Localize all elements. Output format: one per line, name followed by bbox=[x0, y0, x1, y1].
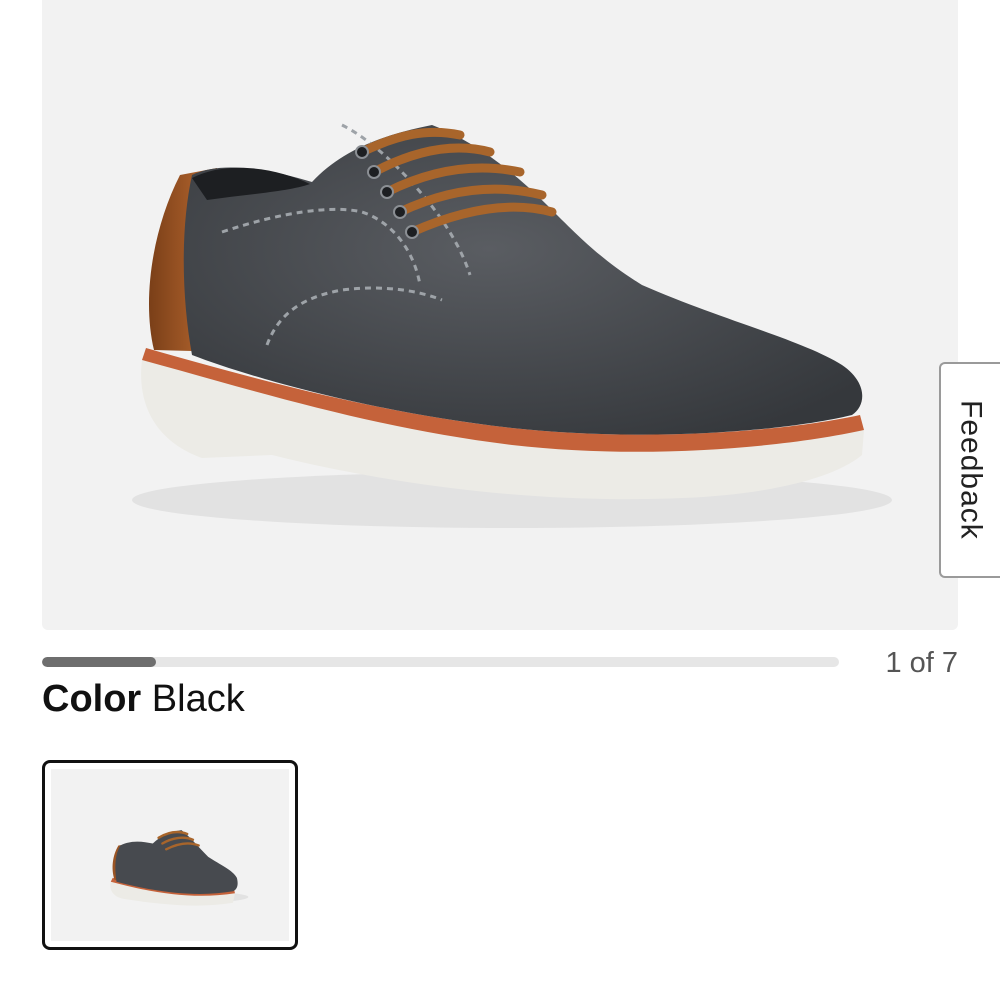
product-image-main[interactable] bbox=[42, 0, 958, 630]
color-swatch-black[interactable] bbox=[42, 760, 298, 950]
color-value: Black bbox=[151, 678, 245, 720]
feedback-label: Feedback bbox=[954, 400, 988, 540]
color-selection-heading: Color Black bbox=[42, 678, 245, 721]
color-label: Color bbox=[42, 678, 142, 720]
shoe-thumbnail-image bbox=[110, 830, 249, 906]
gallery-progress-fill bbox=[42, 657, 156, 667]
feedback-tab[interactable]: Feedback bbox=[939, 362, 1000, 578]
swatch-image bbox=[51, 769, 289, 941]
gallery-counter: 1 of 7 bbox=[885, 647, 958, 679]
shoe-image bbox=[132, 123, 892, 528]
gallery-progress-bar bbox=[42, 657, 839, 667]
